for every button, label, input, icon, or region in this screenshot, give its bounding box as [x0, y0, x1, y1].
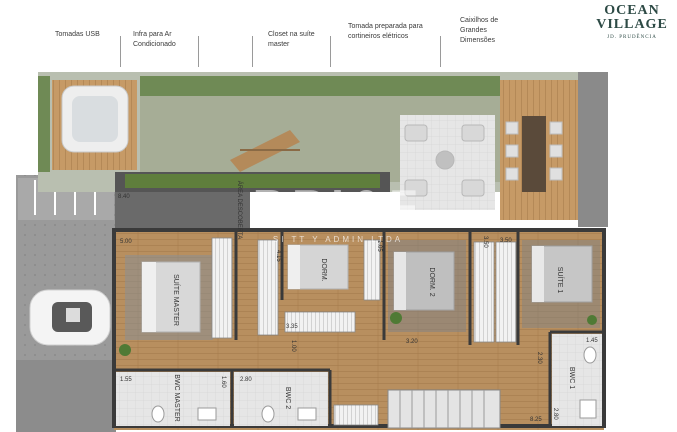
dorm2-closet [473, 241, 495, 343]
right-strip [578, 72, 608, 227]
suite1-closet [495, 241, 517, 343]
logo-line2: VILLAGE [596, 17, 668, 32]
car-icon [29, 289, 111, 346]
suite-master-label: SUÍTE MASTER [172, 274, 181, 326]
leader-cortineiros [330, 36, 331, 67]
callout-caixilhos: Caixilhos de Grandes Dimensões [460, 17, 499, 44]
hot-tub-icon [61, 85, 129, 153]
callout-usb: Tomadas USB [55, 31, 100, 38]
dim-320: 3.20 [406, 339, 418, 345]
dim-500: 5.00 [120, 239, 132, 245]
dorm-bed-icon [287, 244, 349, 290]
suite1-label: SUÍTE 1 [556, 267, 565, 294]
bwc1-label: BWC 1 [568, 367, 575, 389]
leader-ac [198, 36, 199, 67]
dim-280a: 2.80 [240, 377, 252, 383]
leader-usb [120, 36, 121, 67]
dorm-label: DORM. [320, 258, 327, 281]
leader-caixilhos [440, 36, 441, 67]
dim-100: 1.00 [290, 340, 296, 352]
stairs-icon [387, 389, 501, 429]
dorm2-bed-icon [393, 251, 455, 311]
dim-350a: 3.50 [482, 236, 488, 248]
suite-master-closet [211, 237, 233, 339]
dorm2-label: DORM. 2 [428, 267, 435, 296]
dim-160: 1.60 [220, 376, 226, 388]
left-hedge [38, 76, 50, 172]
ocean-village-logo: OCEAN VILLAGE JD. PRUDÊNCIA [593, 3, 671, 41]
watermark-text: BRI&F [253, 180, 424, 232]
hedge [140, 76, 500, 96]
watermark-subtext: SI TT Y ADMIN LTDA [273, 235, 403, 244]
dim-350b: 3.50 [500, 238, 512, 244]
callout-ac: Infra para Ar Condicionado [133, 31, 176, 48]
feature-callouts: Tomadas USB Infra para Ar Condicionado C… [0, 0, 677, 70]
logo-line1: OCEAN [604, 3, 660, 18]
dim-415: 4.15 [275, 250, 281, 262]
dim-230: 2.30 [536, 352, 542, 364]
area-descoberta-label: ÁREA DESCOBERTA [236, 181, 243, 239]
bwc-master-label: BWC MASTER [173, 374, 180, 421]
dorm-closet [257, 239, 279, 336]
leader-closet [252, 36, 253, 67]
callout-cortineiros: Tomada preparada para cortineiros elétri… [348, 23, 423, 40]
area-descoberta [115, 192, 250, 232]
dim-145: 1.45 [586, 338, 598, 344]
lower-paving [16, 360, 116, 432]
logo-line3: JD. PRUDÊNCIA [607, 35, 657, 40]
suite-master-bed-icon [141, 261, 201, 333]
hall-closet [333, 404, 379, 426]
dim-335: 3.35 [286, 324, 298, 330]
dim-155: 1.55 [120, 377, 132, 383]
callout-closet: Closet na suíte master [268, 31, 315, 48]
bwc2-label: BWC 2 [284, 387, 291, 409]
dim-840: 8.40 [118, 194, 130, 200]
dim-280b: 2.80 [552, 408, 558, 420]
dim-825: 8.25 [530, 417, 542, 423]
